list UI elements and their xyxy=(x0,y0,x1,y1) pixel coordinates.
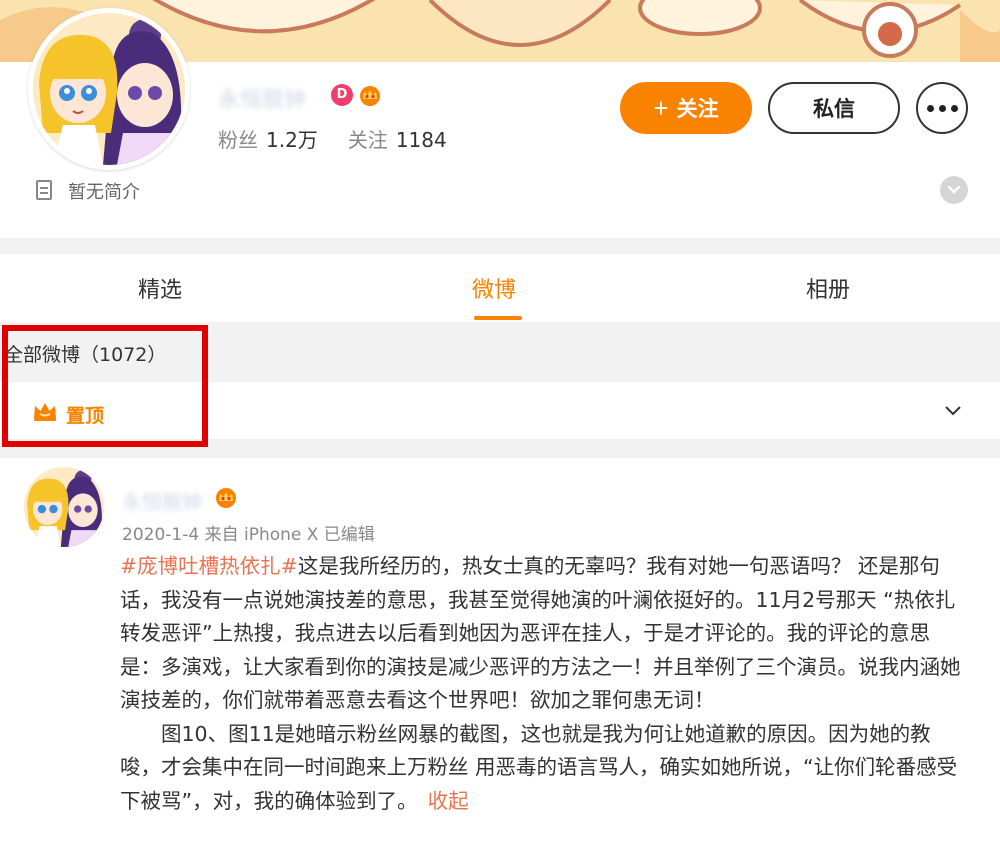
tab-weibo[interactable]: 微博 xyxy=(472,272,516,304)
chevron-down-icon[interactable] xyxy=(944,402,962,420)
more-dots-icon xyxy=(926,104,934,112)
profile-avatar[interactable] xyxy=(28,8,190,170)
profile-username: 永恒脱钟 xyxy=(218,88,307,113)
post-paragraph: 图10、图11是她暗示粉丝网暴的截图，这也就是我为何让她道歉的原因。因为她的教唆… xyxy=(120,718,970,819)
all-weibo-count[interactable]: 全部微博（1072） xyxy=(4,340,166,367)
avatar-illustration xyxy=(24,467,104,547)
follow-button[interactable]: + 关注 xyxy=(620,82,752,134)
collapse-link[interactable]: 收起 xyxy=(428,789,469,813)
tab-album[interactable]: 相册 xyxy=(806,272,850,304)
crown-badge-icon xyxy=(216,488,236,508)
post-body: #庞博吐槽热依扎#这是我所经历的，热女士真的无辜吗？我有对她一句恶语吗？ 还是那… xyxy=(120,550,970,818)
post-author-avatar[interactable] xyxy=(24,467,104,547)
post-divider xyxy=(0,440,1000,458)
crown-badge-icon xyxy=(360,86,380,106)
expand-profile-button[interactable] xyxy=(940,176,968,204)
chevron-down-icon xyxy=(947,185,961,194)
pinned-section[interactable]: 置顶 xyxy=(0,382,1000,440)
fans-count[interactable]: 1.2万 xyxy=(266,128,318,152)
profile-bio: 暂无简介 xyxy=(68,182,140,203)
message-button[interactable]: 私信 xyxy=(768,82,900,134)
hashtag-link[interactable]: #庞博吐槽热依扎# xyxy=(120,554,298,578)
crown-icon xyxy=(34,403,56,421)
vip-badge-icon: D xyxy=(331,84,353,106)
tab-featured[interactable]: 精选 xyxy=(138,272,182,304)
follow-button-label: 关注 xyxy=(676,98,719,121)
profile-stats: 粉丝 1.2万 关注 1184 xyxy=(218,124,447,153)
following-label[interactable]: 关注 xyxy=(348,128,388,152)
document-icon xyxy=(36,180,52,200)
post-paragraph: #庞博吐槽热依扎#这是我所经历的，热女士真的无辜吗？我有对她一句恶语吗？ 还是那… xyxy=(120,550,970,718)
pinned-label: 置顶 xyxy=(66,405,105,427)
post-meta: 2020-1-4 来自 iPhone X 已编辑 xyxy=(122,525,375,545)
fans-label[interactable]: 粉丝 xyxy=(218,128,258,152)
message-button-label: 私信 xyxy=(813,98,855,121)
section-divider xyxy=(0,238,1000,254)
following-count[interactable]: 1184 xyxy=(396,128,447,152)
post-text: 图10、图11是她暗示粉丝网暴的截图，这也就是我为何让她道歉的原因。因为她的教唆… xyxy=(120,721,958,813)
avatar-illustration xyxy=(33,13,185,165)
profile-tabs: 精选 微博 相册 xyxy=(0,254,1000,322)
post-author-name[interactable]: 永恒脱钟 xyxy=(122,486,208,514)
more-options-button[interactable] xyxy=(916,82,968,134)
plus-icon: + xyxy=(653,93,669,123)
active-tab-indicator xyxy=(474,316,522,320)
